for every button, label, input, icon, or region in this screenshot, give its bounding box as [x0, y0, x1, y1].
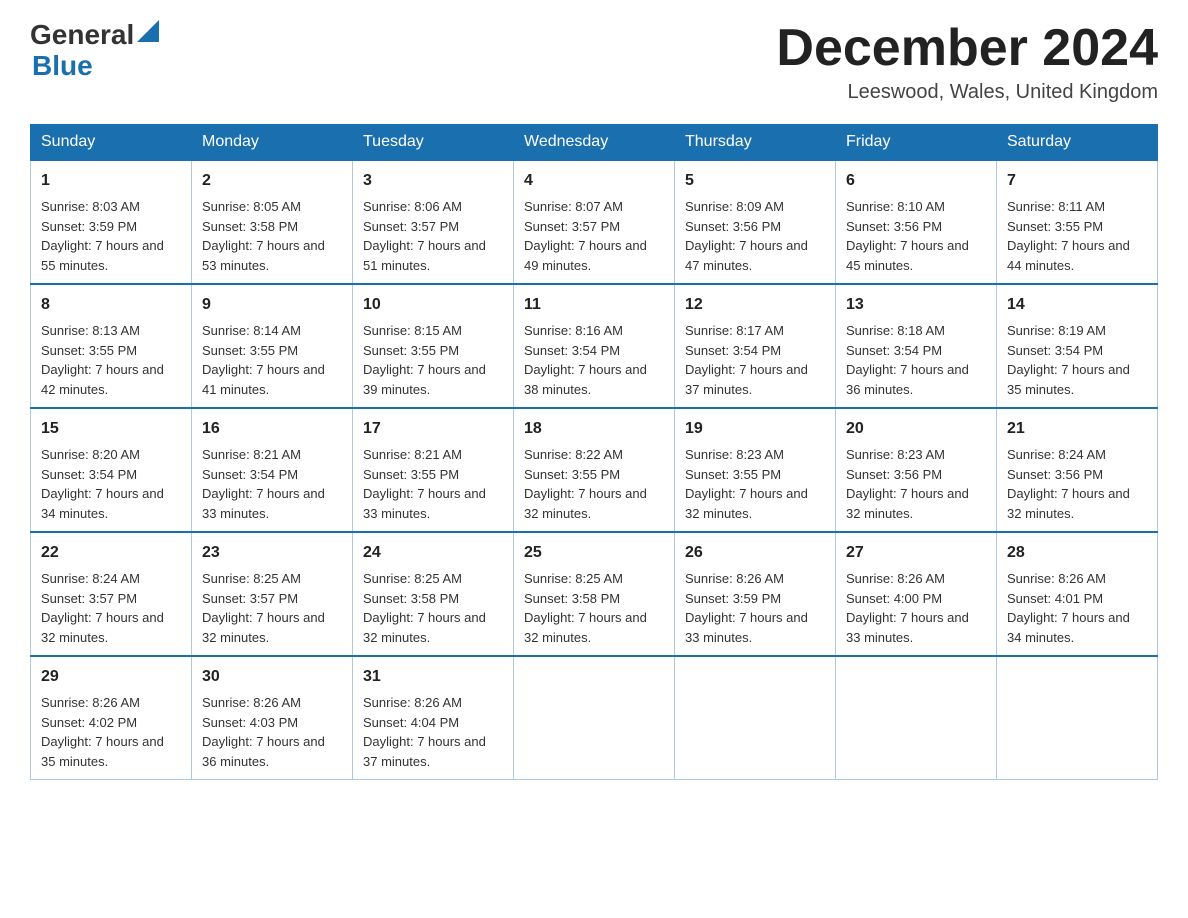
day-number: 4: [524, 169, 664, 193]
calendar-cell: 21Sunrise: 8:24 AMSunset: 3:56 PMDayligh…: [997, 408, 1158, 532]
day-number: 26: [685, 541, 825, 565]
calendar-cell: 22Sunrise: 8:24 AMSunset: 3:57 PMDayligh…: [31, 532, 192, 656]
day-number: 15: [41, 417, 181, 441]
calendar-cell: 8Sunrise: 8:13 AMSunset: 3:55 PMDaylight…: [31, 284, 192, 408]
header-thursday: Thursday: [675, 125, 836, 161]
calendar-cell: 16Sunrise: 8:21 AMSunset: 3:54 PMDayligh…: [192, 408, 353, 532]
calendar-cell: 19Sunrise: 8:23 AMSunset: 3:55 PMDayligh…: [675, 408, 836, 532]
day-number: 22: [41, 541, 181, 565]
calendar-cell: 10Sunrise: 8:15 AMSunset: 3:55 PMDayligh…: [353, 284, 514, 408]
logo-general-text: General: [30, 20, 134, 51]
day-number: 16: [202, 417, 342, 441]
day-number: 14: [1007, 293, 1147, 317]
header-friday: Friday: [836, 125, 997, 161]
location-subtitle: Leeswood, Wales, United Kingdom: [776, 81, 1158, 104]
calendar-table: SundayMondayTuesdayWednesdayThursdayFrid…: [30, 124, 1158, 780]
calendar-cell: [836, 656, 997, 780]
header-wednesday: Wednesday: [514, 125, 675, 161]
calendar-cell: 23Sunrise: 8:25 AMSunset: 3:57 PMDayligh…: [192, 532, 353, 656]
header-tuesday: Tuesday: [353, 125, 514, 161]
day-number: 23: [202, 541, 342, 565]
calendar-cell: 20Sunrise: 8:23 AMSunset: 3:56 PMDayligh…: [836, 408, 997, 532]
day-number: 30: [202, 665, 342, 689]
calendar-cell: 11Sunrise: 8:16 AMSunset: 3:54 PMDayligh…: [514, 284, 675, 408]
header-saturday: Saturday: [997, 125, 1158, 161]
day-number: 5: [685, 169, 825, 193]
day-number: 10: [363, 293, 503, 317]
day-number: 18: [524, 417, 664, 441]
day-number: 27: [846, 541, 986, 565]
calendar-cell: 14Sunrise: 8:19 AMSunset: 3:54 PMDayligh…: [997, 284, 1158, 408]
day-number: 12: [685, 293, 825, 317]
calendar-cell: 1Sunrise: 8:03 AMSunset: 3:59 PMDaylight…: [31, 160, 192, 284]
calendar-cell: 24Sunrise: 8:25 AMSunset: 3:58 PMDayligh…: [353, 532, 514, 656]
day-number: 2: [202, 169, 342, 193]
title-block: December 2024 Leeswood, Wales, United Ki…: [776, 20, 1158, 104]
week-row-4: 22Sunrise: 8:24 AMSunset: 3:57 PMDayligh…: [31, 532, 1158, 656]
calendar-cell: 29Sunrise: 8:26 AMSunset: 4:02 PMDayligh…: [31, 656, 192, 780]
month-title: December 2024: [776, 20, 1158, 77]
logo: General Blue: [30, 20, 159, 82]
day-number: 6: [846, 169, 986, 193]
calendar-header-row: SundayMondayTuesdayWednesdayThursdayFrid…: [31, 125, 1158, 161]
week-row-3: 15Sunrise: 8:20 AMSunset: 3:54 PMDayligh…: [31, 408, 1158, 532]
calendar-cell: 28Sunrise: 8:26 AMSunset: 4:01 PMDayligh…: [997, 532, 1158, 656]
day-number: 21: [1007, 417, 1147, 441]
day-number: 3: [363, 169, 503, 193]
calendar-cell: 9Sunrise: 8:14 AMSunset: 3:55 PMDaylight…: [192, 284, 353, 408]
day-number: 9: [202, 293, 342, 317]
week-row-2: 8Sunrise: 8:13 AMSunset: 3:55 PMDaylight…: [31, 284, 1158, 408]
calendar-cell: [997, 656, 1158, 780]
calendar-cell: 15Sunrise: 8:20 AMSunset: 3:54 PMDayligh…: [31, 408, 192, 532]
week-row-1: 1Sunrise: 8:03 AMSunset: 3:59 PMDaylight…: [31, 160, 1158, 284]
calendar-cell: 31Sunrise: 8:26 AMSunset: 4:04 PMDayligh…: [353, 656, 514, 780]
calendar-cell: 6Sunrise: 8:10 AMSunset: 3:56 PMDaylight…: [836, 160, 997, 284]
day-number: 25: [524, 541, 664, 565]
calendar-cell: 17Sunrise: 8:21 AMSunset: 3:55 PMDayligh…: [353, 408, 514, 532]
header-sunday: Sunday: [31, 125, 192, 161]
calendar-cell: [514, 656, 675, 780]
day-number: 11: [524, 293, 664, 317]
week-row-5: 29Sunrise: 8:26 AMSunset: 4:02 PMDayligh…: [31, 656, 1158, 780]
calendar-cell: 27Sunrise: 8:26 AMSunset: 4:00 PMDayligh…: [836, 532, 997, 656]
calendar-cell: 13Sunrise: 8:18 AMSunset: 3:54 PMDayligh…: [836, 284, 997, 408]
day-number: 29: [41, 665, 181, 689]
day-number: 20: [846, 417, 986, 441]
day-number: 13: [846, 293, 986, 317]
calendar-cell: 7Sunrise: 8:11 AMSunset: 3:55 PMDaylight…: [997, 160, 1158, 284]
day-number: 31: [363, 665, 503, 689]
header-monday: Monday: [192, 125, 353, 161]
page-header: General Blue December 2024 Leeswood, Wal…: [30, 20, 1158, 104]
logo-blue-text: Blue: [30, 51, 159, 82]
calendar-cell: 30Sunrise: 8:26 AMSunset: 4:03 PMDayligh…: [192, 656, 353, 780]
day-number: 24: [363, 541, 503, 565]
calendar-cell: 3Sunrise: 8:06 AMSunset: 3:57 PMDaylight…: [353, 160, 514, 284]
day-number: 28: [1007, 541, 1147, 565]
calendar-cell: 25Sunrise: 8:25 AMSunset: 3:58 PMDayligh…: [514, 532, 675, 656]
day-number: 7: [1007, 169, 1147, 193]
logo-triangle-icon: [137, 20, 159, 42]
calendar-cell: 12Sunrise: 8:17 AMSunset: 3:54 PMDayligh…: [675, 284, 836, 408]
day-number: 8: [41, 293, 181, 317]
calendar-cell: 5Sunrise: 8:09 AMSunset: 3:56 PMDaylight…: [675, 160, 836, 284]
day-number: 17: [363, 417, 503, 441]
calendar-cell: 2Sunrise: 8:05 AMSunset: 3:58 PMDaylight…: [192, 160, 353, 284]
calendar-cell: 18Sunrise: 8:22 AMSunset: 3:55 PMDayligh…: [514, 408, 675, 532]
calendar-cell: 26Sunrise: 8:26 AMSunset: 3:59 PMDayligh…: [675, 532, 836, 656]
calendar-cell: [675, 656, 836, 780]
day-number: 1: [41, 169, 181, 193]
day-number: 19: [685, 417, 825, 441]
calendar-cell: 4Sunrise: 8:07 AMSunset: 3:57 PMDaylight…: [514, 160, 675, 284]
